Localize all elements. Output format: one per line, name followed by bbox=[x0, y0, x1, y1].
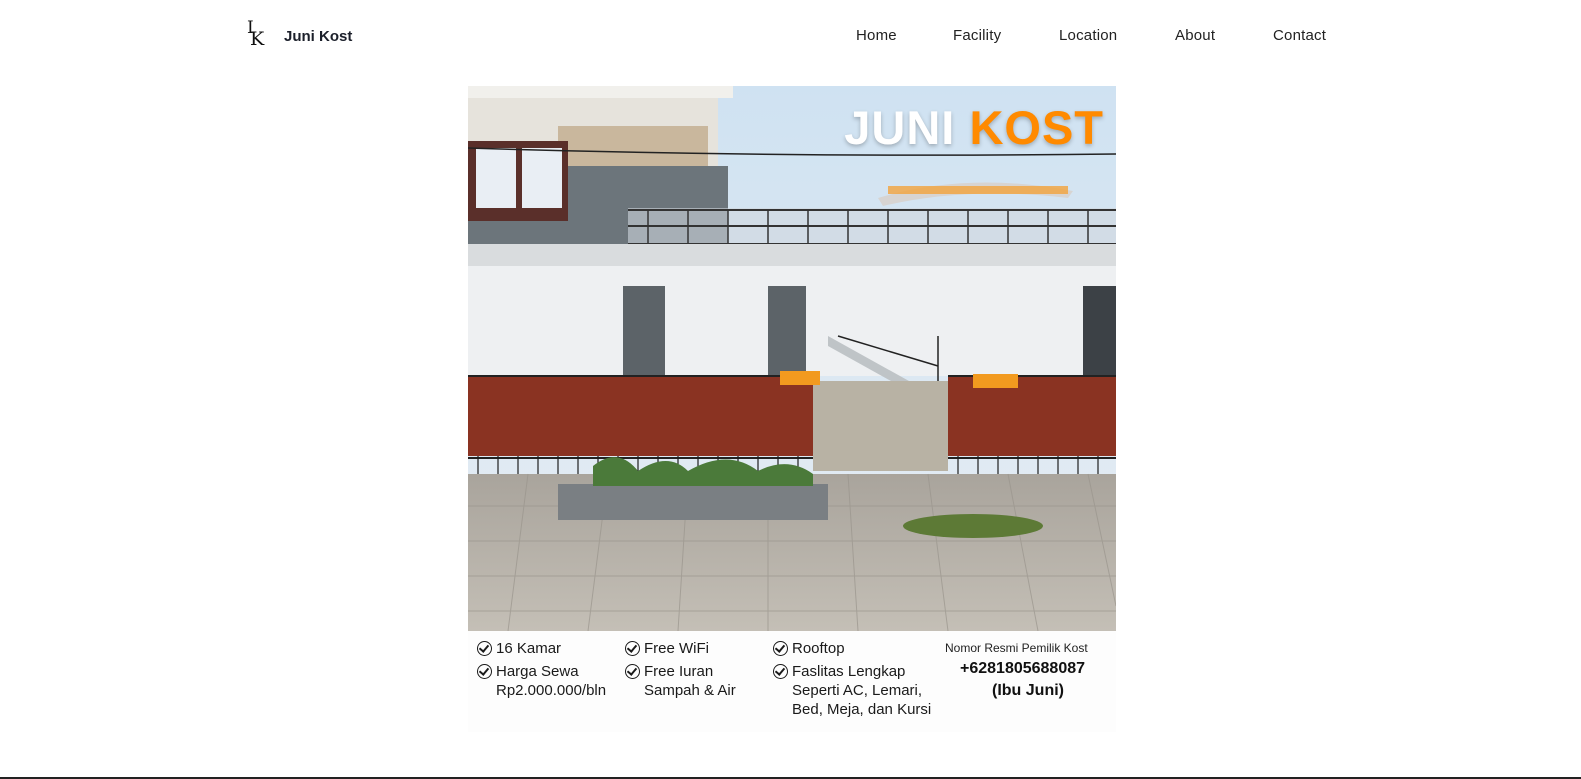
check-icon bbox=[625, 641, 640, 656]
nav-about[interactable]: About bbox=[1175, 27, 1215, 44]
feature-price: Harga Sewa Rp2.000.000/bln bbox=[496, 662, 606, 700]
poster-title: JUNI KOST bbox=[844, 100, 1104, 155]
feature-rooftop: Rooftop bbox=[792, 639, 845, 658]
nav-facility[interactable]: Facility bbox=[953, 27, 1001, 44]
feature-fees-line1: Free Iuran bbox=[644, 663, 714, 680]
nav-home[interactable]: Home bbox=[856, 27, 897, 44]
poster-title-orange: KOST bbox=[969, 101, 1104, 154]
owner-name: (Ibu Juni) bbox=[992, 682, 1064, 699]
owner-label: Nomor Resmi Pemilik Kost bbox=[945, 641, 1088, 655]
feature-price-line1: Harga Sewa bbox=[496, 663, 579, 680]
features-panel: 16 Kamar Harga Sewa Rp2.000.000/bln Free… bbox=[468, 631, 1116, 732]
feature-wifi: Free WiFi bbox=[644, 639, 709, 658]
nav-location[interactable]: Location bbox=[1059, 27, 1117, 44]
feature-rooms-text: 16 Kamar bbox=[496, 640, 562, 657]
kost-poster: JUNI KOST 16 Kamar Harga Sewa Rp2.000.00… bbox=[468, 86, 1116, 732]
feature-rooftop-text: Rooftop bbox=[792, 640, 845, 657]
poster-title-white: JUNI bbox=[844, 101, 956, 154]
site-header: I K Juni Kost Home Facility Location Abo… bbox=[0, 0, 1581, 72]
check-icon bbox=[477, 664, 492, 679]
nav-contact[interactable]: Contact bbox=[1273, 27, 1326, 44]
feature-wifi-text: Free WiFi bbox=[644, 640, 709, 657]
feature-rooms: 16 Kamar bbox=[496, 639, 561, 658]
feature-facilities-line3: Bed, Meja, dan Kursi bbox=[792, 701, 932, 718]
building-photo: JUNI KOST bbox=[468, 86, 1116, 631]
feature-facilities-line2: Seperti AC, Lemari, bbox=[792, 682, 923, 699]
check-icon bbox=[477, 641, 492, 656]
feature-facilities: Faslitas Lengkap Seperti AC, Lemari, Bed… bbox=[792, 662, 931, 719]
feature-facilities-line1: Faslitas Lengkap bbox=[792, 663, 906, 680]
feature-price-line2: Rp2.000.000/bln bbox=[496, 682, 607, 699]
check-icon bbox=[773, 664, 788, 679]
main-nav: Home Facility Location About Contact bbox=[0, 27, 1581, 47]
feature-fees-line2: Sampah & Air bbox=[644, 682, 736, 699]
check-icon bbox=[773, 641, 788, 656]
owner-phone: +6281805688087 bbox=[960, 660, 1086, 677]
check-icon bbox=[625, 664, 640, 679]
feature-fees: Free Iuran Sampah & Air bbox=[644, 662, 736, 700]
